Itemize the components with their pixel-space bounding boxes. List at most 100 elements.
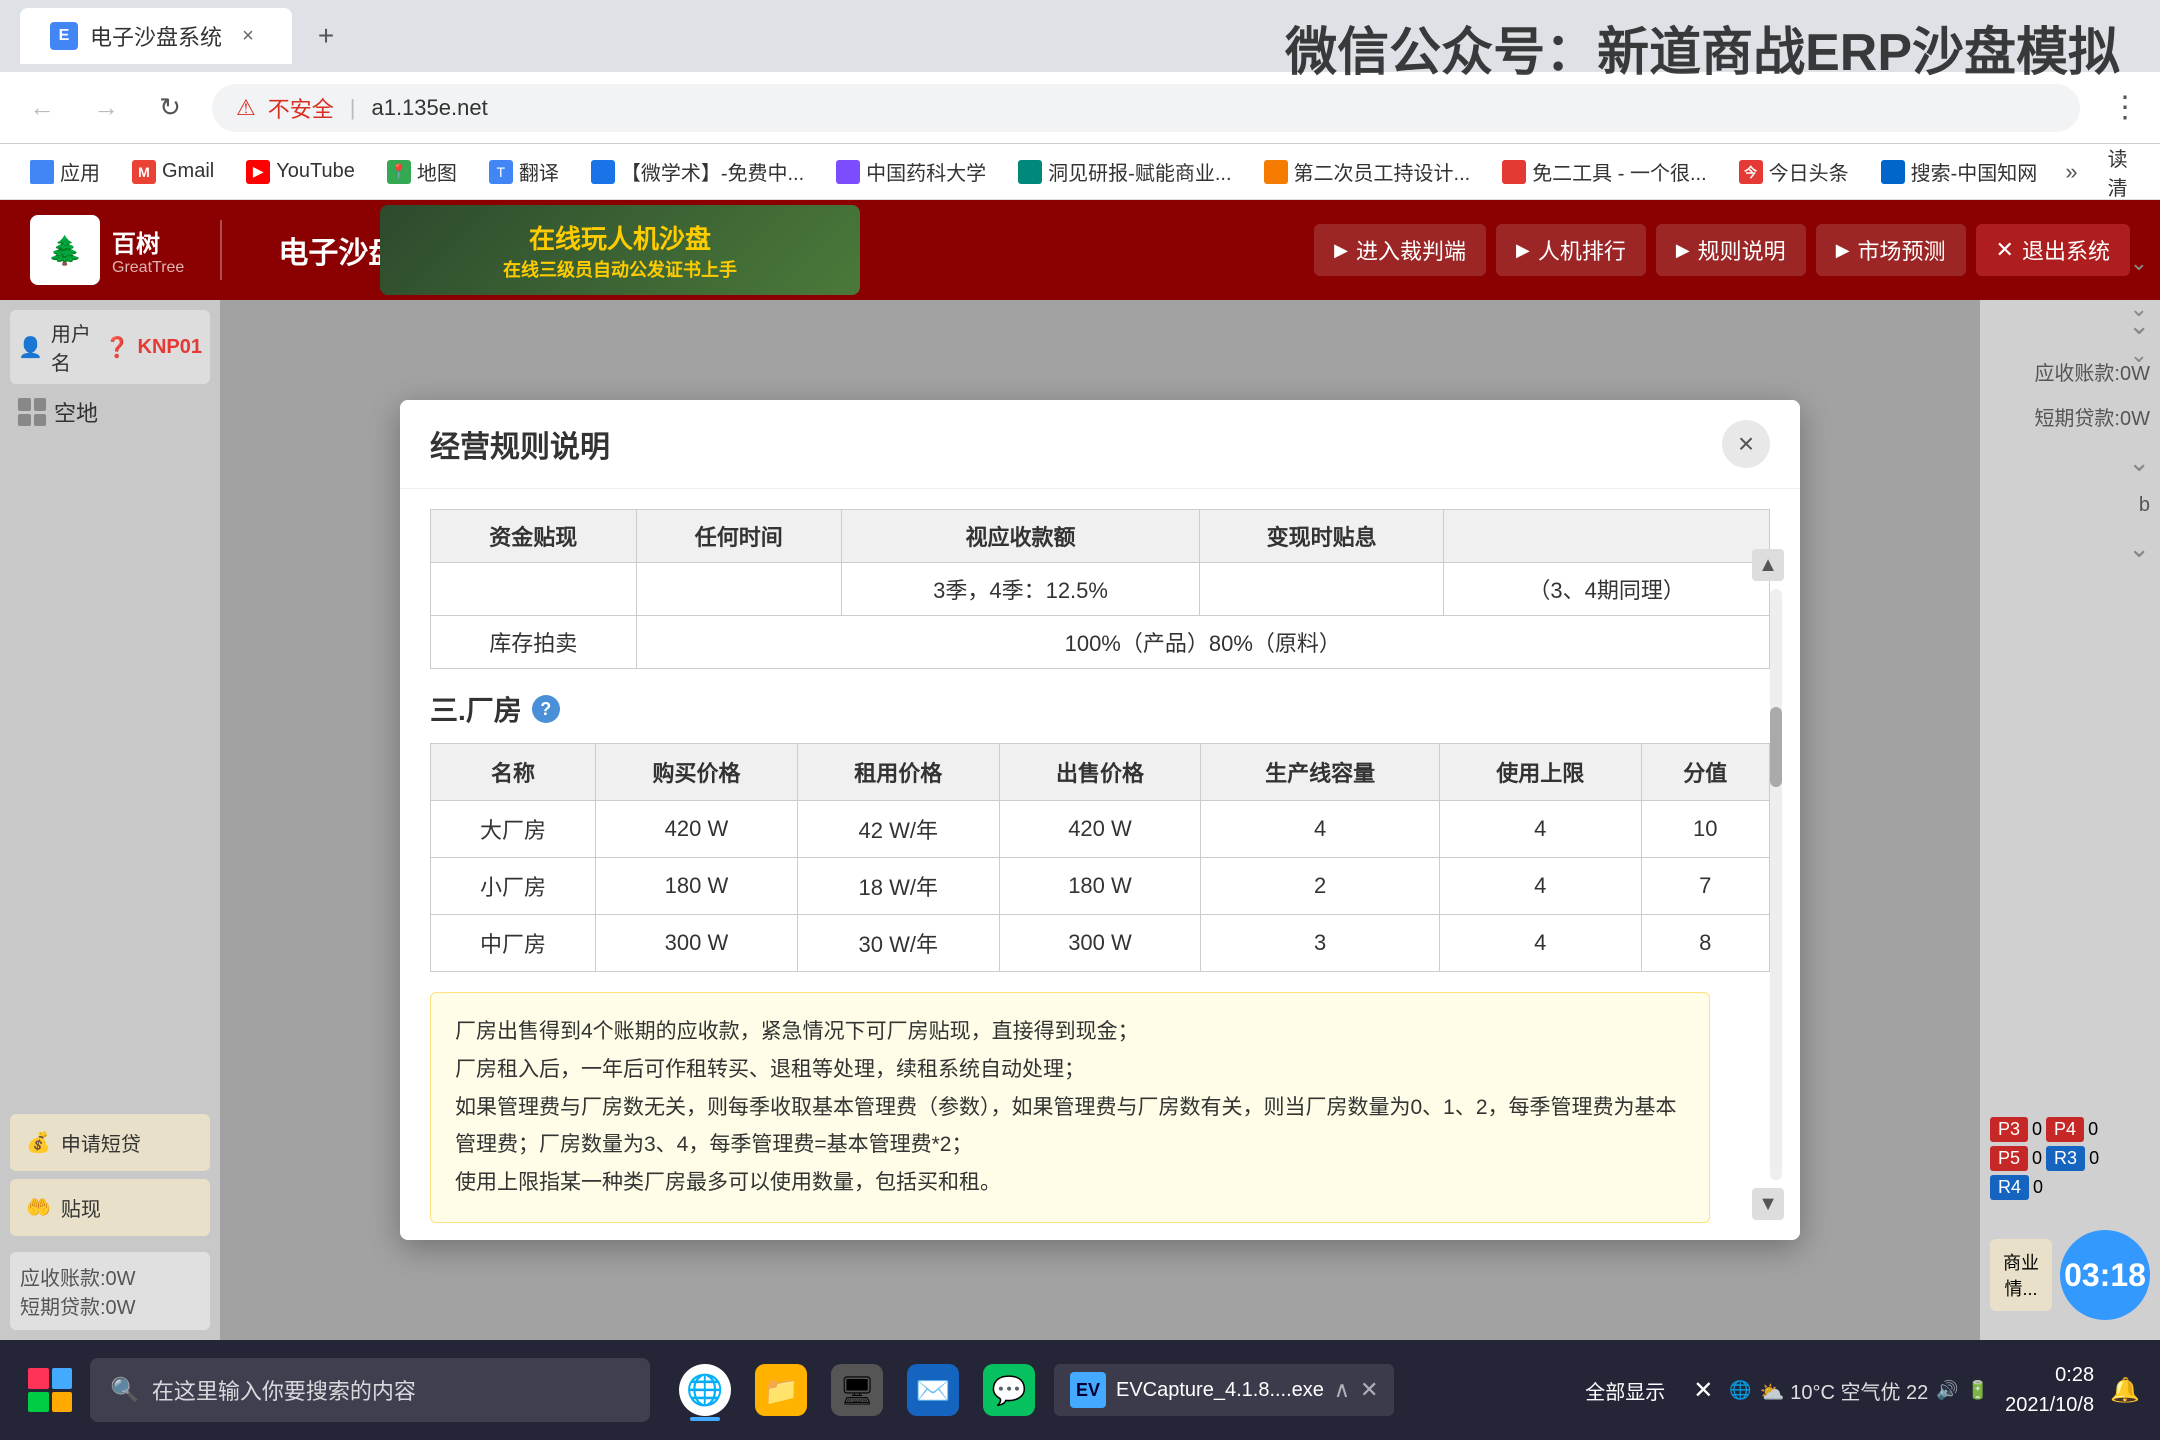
user-icon: 👤 bbox=[18, 335, 43, 360]
active-tab[interactable]: E 电子沙盘系统 × bbox=[20, 8, 292, 64]
browser-menu-button[interactable]: ⋮ bbox=[2110, 90, 2140, 125]
taskbar-close-icon[interactable]: ✕ bbox=[1693, 1376, 1713, 1405]
taskbar-chrome-icon[interactable]: 🌐 bbox=[670, 1355, 740, 1425]
grid-icon bbox=[18, 398, 46, 426]
user-label: 用户名 bbox=[51, 318, 97, 376]
tab-close-button[interactable]: × bbox=[234, 22, 262, 50]
badge-p3-label: P3 bbox=[1990, 1117, 2028, 1142]
factory-large-rent: 42 W/年 bbox=[797, 801, 999, 858]
nav-market[interactable]: ▶ 市场预测 bbox=[1816, 224, 1966, 276]
bookmark-mian[interactable]: 免二工具 - 一个很... bbox=[1488, 151, 1720, 192]
reading-list-button[interactable]: 阅读清单 bbox=[2092, 144, 2144, 200]
scroll-down-button[interactable]: ▼ bbox=[1752, 1188, 1784, 1220]
modal-dialog: 经营规则说明 × ▲ ▼ bbox=[400, 400, 1800, 1240]
taskbar-tray: 🌐 ⛅ 10°C 空气优 22 🔊 🔋 bbox=[1729, 1376, 1989, 1405]
apps-icon bbox=[30, 160, 54, 184]
right-chevron-1[interactable]: ⌄ bbox=[1990, 310, 2150, 341]
right-chevron-2[interactable]: ⌄ bbox=[1990, 447, 2150, 478]
discount-button[interactable]: 🤲 贴现 bbox=[10, 1179, 210, 1236]
logo-icon: 🌲 bbox=[30, 215, 100, 285]
apply-short-loan-button[interactable]: 💰 申请短贷 bbox=[10, 1114, 210, 1171]
expand-icon-2[interactable]: ⌄ bbox=[2130, 296, 2148, 322]
bookmark-dongjian[interactable]: 洞见研报-赋能商业... bbox=[1004, 151, 1245, 192]
user-code: KNP01 bbox=[138, 336, 202, 359]
bookmark-second[interactable]: 第二次员工持设计... bbox=[1250, 151, 1485, 192]
factory-help-icon[interactable]: ? bbox=[532, 695, 560, 723]
start-button[interactable] bbox=[20, 1360, 80, 1420]
bookmark-translate[interactable]: T 翻译 bbox=[475, 151, 573, 192]
expand-icon-3[interactable]: ⌄ bbox=[2130, 342, 2148, 368]
bookmarks-bar: 应用 M Gmail ▶ YouTube 📍 地图 T 翻译 【微学术】-免费中… bbox=[0, 144, 2160, 200]
evcapture-task[interactable]: EV EVCapture_4.1.8....exe ∧ ✕ bbox=[1054, 1364, 1394, 1416]
address-input[interactable]: ⚠ 不安全 | a1.135e.net bbox=[212, 84, 2080, 132]
new-tab-button[interactable]: + bbox=[302, 12, 350, 60]
bookmark-translate-label: 翻译 bbox=[519, 157, 559, 186]
bookmark-maps[interactable]: 📍 地图 bbox=[373, 151, 471, 192]
judge-icon: ▶ bbox=[1334, 240, 1348, 261]
date-display: 2021/10/8 bbox=[2005, 1390, 2094, 1420]
bookmark-gmail[interactable]: M Gmail bbox=[118, 154, 228, 190]
modal-body[interactable]: ▲ ▼ 资金贴现 任何时间 视应收款额 bbox=[400, 489, 1800, 1240]
security-icon: ⚠ bbox=[236, 95, 256, 121]
taskbar-wechat-icon[interactable]: 💬 bbox=[974, 1355, 1044, 1425]
receivable-info: 应收账款:0W bbox=[20, 1262, 200, 1291]
badge-p3: P3 0 bbox=[1990, 1117, 2042, 1142]
factory-table: 名称 购买价格 租用价格 出售价格 生产线容量 使用上限 分值 bbox=[430, 743, 1770, 972]
taskbar-search-placeholder: 在这里输入你要搜索的内容 bbox=[152, 1374, 416, 1406]
notification-icon[interactable]: 🔔 bbox=[2110, 1376, 2140, 1405]
volume-icon[interactable]: 🔊 bbox=[1936, 1380, 1958, 1401]
taskbar-email-icon[interactable]: ✉️ bbox=[898, 1355, 968, 1425]
toutiao-icon: 今 bbox=[1739, 160, 1763, 184]
nav-exit[interactable]: ✕ 退出系统 bbox=[1976, 224, 2130, 276]
refresh-button[interactable]: ↻ bbox=[148, 86, 192, 130]
badge-p3-value: 0 bbox=[2032, 1119, 2042, 1140]
dongjian-icon bbox=[1018, 160, 1042, 184]
forward-button[interactable]: → bbox=[84, 86, 128, 130]
expand-icon-1[interactable]: ⌄ bbox=[2130, 250, 2148, 276]
factory-row-large: 大厂房 420 W 42 W/年 420 W 4 4 10 bbox=[431, 801, 1770, 858]
bookmark-pharma[interactable]: 中国药科大学 bbox=[822, 151, 1000, 192]
taskbar-file-manager-icon[interactable]: 📁 bbox=[746, 1355, 816, 1425]
badge-r4: R4 0 bbox=[1990, 1175, 2043, 1200]
fund-col2-header: 任何时间 bbox=[636, 510, 842, 563]
bookmark-toutiao[interactable]: 今 今日头条 bbox=[1725, 151, 1863, 192]
short-loan-info: 短期贷款:0W bbox=[20, 1291, 200, 1320]
taskbar-app3-icon[interactable]: 🖥 bbox=[822, 1355, 892, 1425]
factory-small-sell: 180 W bbox=[999, 858, 1201, 915]
right-chevron-3[interactable]: ⌄ bbox=[1990, 533, 2150, 564]
weather-text: 10°C 空气优 22 bbox=[1790, 1382, 1928, 1404]
rules-icon: ▶ bbox=[1676, 240, 1690, 261]
factory-large-buy: 420 W bbox=[596, 801, 798, 858]
evcapture-close2-button[interactable]: ✕ bbox=[1360, 1377, 1378, 1403]
bookmark-weixue[interactable]: 【微学术】-免费中... bbox=[577, 151, 818, 192]
bookmark-cnki[interactable]: 搜索-中国知网 bbox=[1867, 151, 2052, 192]
sidebar-content: ⌄ ⌄ ⌄ bbox=[10, 440, 210, 1090]
show-all-button[interactable]: 全部显示 bbox=[1573, 1370, 1677, 1411]
gmail-icon: M bbox=[132, 160, 156, 184]
nav-judge-entry[interactable]: ▶ 进入裁判端 bbox=[1314, 224, 1486, 276]
nav-rules[interactable]: ▶ 规则说明 bbox=[1656, 224, 1806, 276]
taskbar-apps: 🌐 📁 🖥 ✉️ 💬 bbox=[670, 1355, 1044, 1425]
biz-button[interactable]: 商业情... bbox=[1990, 1239, 2052, 1311]
bookmark-youtube[interactable]: ▶ YouTube bbox=[232, 154, 369, 190]
evcapture-label: EVCapture_4.1.8....exe bbox=[1116, 1379, 1324, 1402]
sidebar-buttons: 💰 申请短贷 🤲 贴现 bbox=[10, 1114, 210, 1236]
factory-medium-limit: 4 bbox=[1439, 915, 1641, 972]
back-button[interactable]: ← bbox=[20, 86, 64, 130]
taskbar-search-bar[interactable]: 🔍 在这里输入你要搜索的内容 bbox=[90, 1358, 650, 1422]
wechat-icon: 💬 bbox=[983, 1364, 1035, 1416]
more-bookmarks-button[interactable]: » bbox=[2055, 153, 2087, 191]
evcapture-close-button[interactable]: ∧ bbox=[1334, 1377, 1350, 1403]
right-panel: ⌄ 应收账款:0W 短期贷款:0W ⌄ b ⌄ P3 0 P4 0 P5 bbox=[1980, 300, 2160, 1340]
modal-close-button[interactable]: × bbox=[1722, 420, 1770, 468]
scroll-up-button[interactable]: ▲ bbox=[1752, 549, 1784, 581]
badge-r3: R3 0 bbox=[2046, 1146, 2099, 1171]
nav-rules-label: 规则说明 bbox=[1698, 234, 1786, 266]
time-display: 0:28 bbox=[2005, 1360, 2094, 1390]
timer-area: 商业情... 03:18 bbox=[1990, 1220, 2150, 1330]
bookmark-apps[interactable]: 应用 bbox=[16, 151, 114, 192]
nav-ranking[interactable]: ▶ 人机排行 bbox=[1496, 224, 1646, 276]
app-header: 🌲 百树 GreatTree 电子沙盘系统 V4.3 在线玩人机沙盘 在线三级员… bbox=[0, 200, 2160, 300]
badge-r3-value: 0 bbox=[2089, 1148, 2099, 1169]
panel-expand-icons: ⌄ ⌄ ⌄ bbox=[2130, 250, 2148, 368]
